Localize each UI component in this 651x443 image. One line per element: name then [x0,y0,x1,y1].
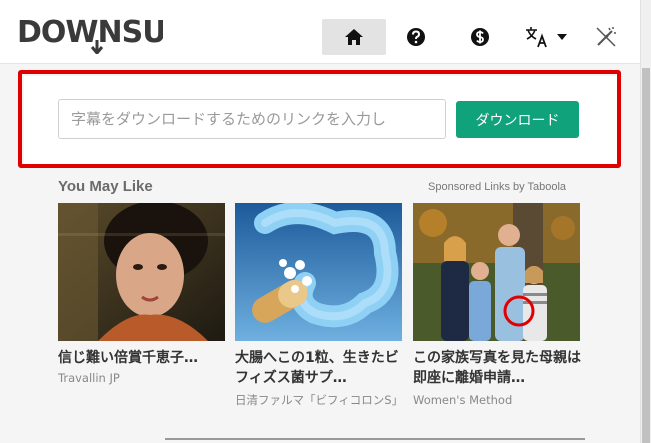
ad-card-image-3[interactable] [413,203,580,341]
you-may-like-heading: You May Like [58,178,153,195]
ad-card-title-1[interactable]: 信じ難い倍賞千恵子… [58,348,230,368]
nav-donate-button[interactable] [458,19,502,55]
page-scrollbar[interactable] [640,0,651,443]
ad-card-image-1[interactable] [58,203,225,341]
ad-card-image-2[interactable] [235,203,402,341]
nav-language-dropdown[interactable] [516,19,576,55]
ad-card-source-3[interactable]: Women's Method [413,392,512,408]
downsub-logo[interactable]: DOWNSUB [17,12,188,56]
svg-text:DOWNSUB: DOWNSUB [17,15,163,50]
nav-theme-toggle[interactable] [586,19,626,55]
intestine-illustration [235,203,402,341]
url-input[interactable] [58,99,446,139]
scrollbar-thumb[interactable] [642,68,650,443]
magic-wand-icon [596,27,616,47]
dollar-icon [471,28,489,46]
question-icon [407,28,425,46]
logo-graphic: DOWNSUB [17,15,188,56]
ad-card-title-2[interactable]: 大腸へこの1粒、生きたビフィズス菌サプ… [235,348,407,388]
download-button[interactable]: ダウンロード [456,101,579,138]
family-photo [413,203,580,341]
site-header: DOWNSUB [0,0,640,64]
section-divider [165,438,585,440]
caret-down-icon [557,34,567,40]
ad-card-title-3[interactable]: この家族写真を見た母親は即座に離婚申請… [413,348,585,388]
ad-card-source-2[interactable]: 日清ファルマ「ビフィコロンS」 [235,392,405,408]
translate-icon [526,27,547,48]
portrait-photo [58,203,225,341]
nav-home-button[interactable] [322,19,386,55]
ad-card-source-1[interactable]: Travallin JP [58,370,120,386]
nav-help-button[interactable] [394,19,438,55]
sponsored-links-label[interactable]: Sponsored Links by Taboola [428,181,566,193]
home-icon [345,29,363,45]
